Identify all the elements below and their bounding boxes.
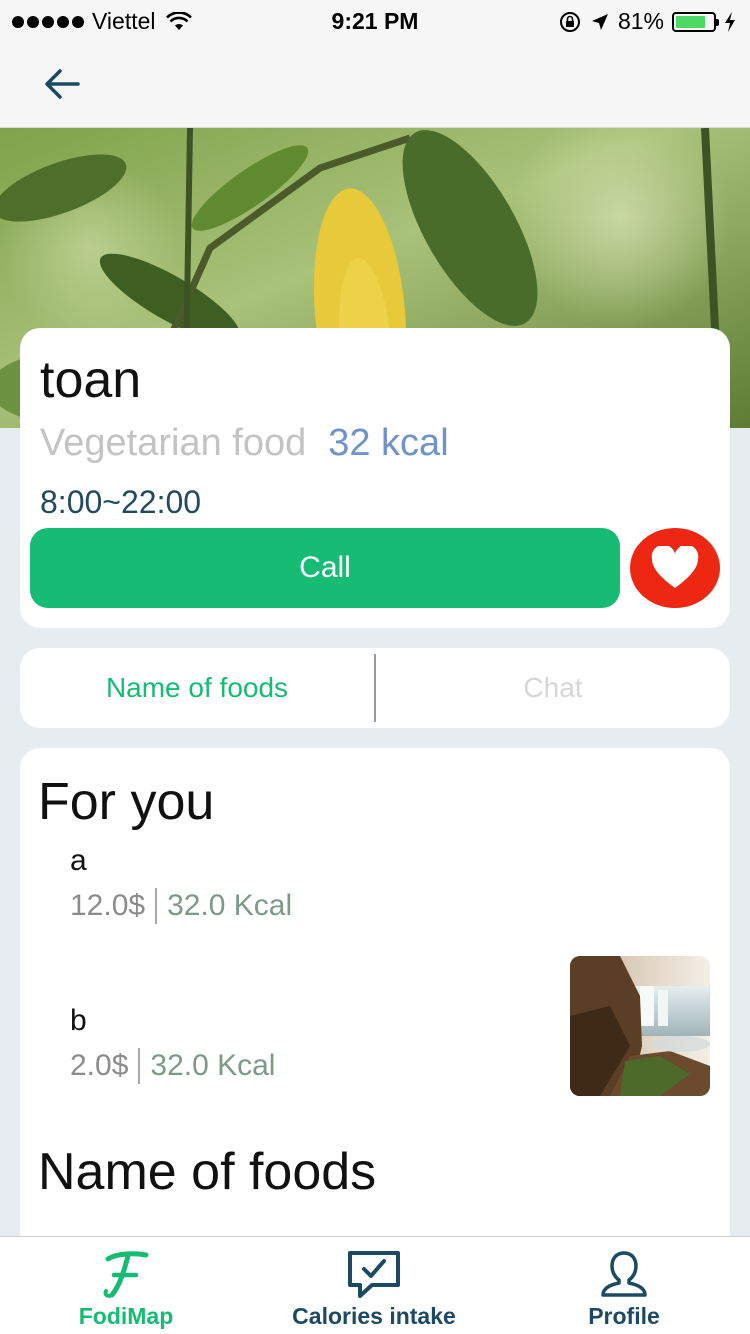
category-row: Vegetarian food 32 kcal: [40, 422, 449, 465]
tabbar-label: Profile: [588, 1303, 660, 1329]
nav-bar: [0, 40, 750, 128]
battery-percent: 81%: [617, 8, 664, 34]
food-meta: 2.0$ 32.0 Kcal: [70, 1048, 275, 1084]
tab-chat[interactable]: Chat: [376, 648, 730, 728]
food-meta: 12.0$ 32.0 Kcal: [70, 888, 292, 924]
call-button[interactable]: Call: [30, 528, 620, 608]
waterfall-photo: [570, 956, 710, 1096]
tabbar-item-profile[interactable]: Profile: [574, 1237, 674, 1334]
opening-hours: 8:00~22:00: [40, 484, 202, 520]
tabbar-label: FodiMap: [78, 1303, 174, 1329]
tabbar-item-calories-intake[interactable]: Calories intake: [284, 1237, 464, 1334]
orientation-lock-icon: [559, 11, 580, 32]
fodimap-logo-icon: [100, 1249, 152, 1299]
content-tabs: Name of foods Chat: [20, 648, 730, 728]
food-kcal: 32.0 Kcal: [167, 889, 293, 922]
section-title-name-of-foods: Name of foods: [38, 1143, 377, 1201]
menu-card: For you a 12.0$ 32.0 Kcal b 2.0$ 32.0 Kc…: [20, 748, 730, 1268]
battery-icon: [672, 11, 719, 32]
restaurant-kcal: 32 kcal: [328, 422, 449, 464]
battery-fill: [676, 15, 706, 28]
food-price: 2.0$: [70, 1049, 129, 1082]
meta-divider: [155, 888, 158, 924]
food-name: b: [70, 1004, 87, 1037]
food-thumbnail: [570, 956, 710, 1096]
tabbar-label: Calories intake: [292, 1303, 456, 1329]
food-name: a: [70, 844, 87, 877]
meta-divider: [138, 1048, 141, 1084]
section-title-for-you: For you: [38, 773, 215, 831]
person-icon: [599, 1249, 649, 1299]
food-price: 12.0$: [70, 889, 146, 922]
restaurant-name: toan: [40, 351, 142, 409]
tabbar-item-fodimap[interactable]: FodiMap: [66, 1237, 186, 1334]
food-kcal: 32.0 Kcal: [150, 1049, 276, 1082]
bottom-tab-bar: FodiMap Calories intake Profile: [0, 1236, 750, 1334]
chat-check-icon: [346, 1249, 402, 1299]
heart-icon: [651, 546, 699, 588]
restaurant-detail-screen: Viettel 9:21 PM 81% toan Vegetarian food…: [0, 0, 750, 1334]
favorite-button[interactable]: [630, 528, 720, 608]
back-button[interactable]: [38, 62, 86, 106]
food-item[interactable]: b 2.0$ 32.0 Kcal: [70, 956, 710, 1144]
location-arrow-icon: [591, 13, 608, 30]
status-bar: Viettel 9:21 PM 81%: [0, 0, 750, 40]
restaurant-info-card: toan Vegetarian food 32 kcal 8:00~22:00 …: [20, 328, 730, 628]
tab-name-of-foods[interactable]: Name of foods: [20, 648, 374, 728]
food-category: Vegetarian food: [40, 422, 307, 464]
status-right: 81%: [558, 8, 736, 35]
arrow-left-icon: [45, 69, 80, 99]
charging-bolt-icon: [725, 11, 735, 32]
